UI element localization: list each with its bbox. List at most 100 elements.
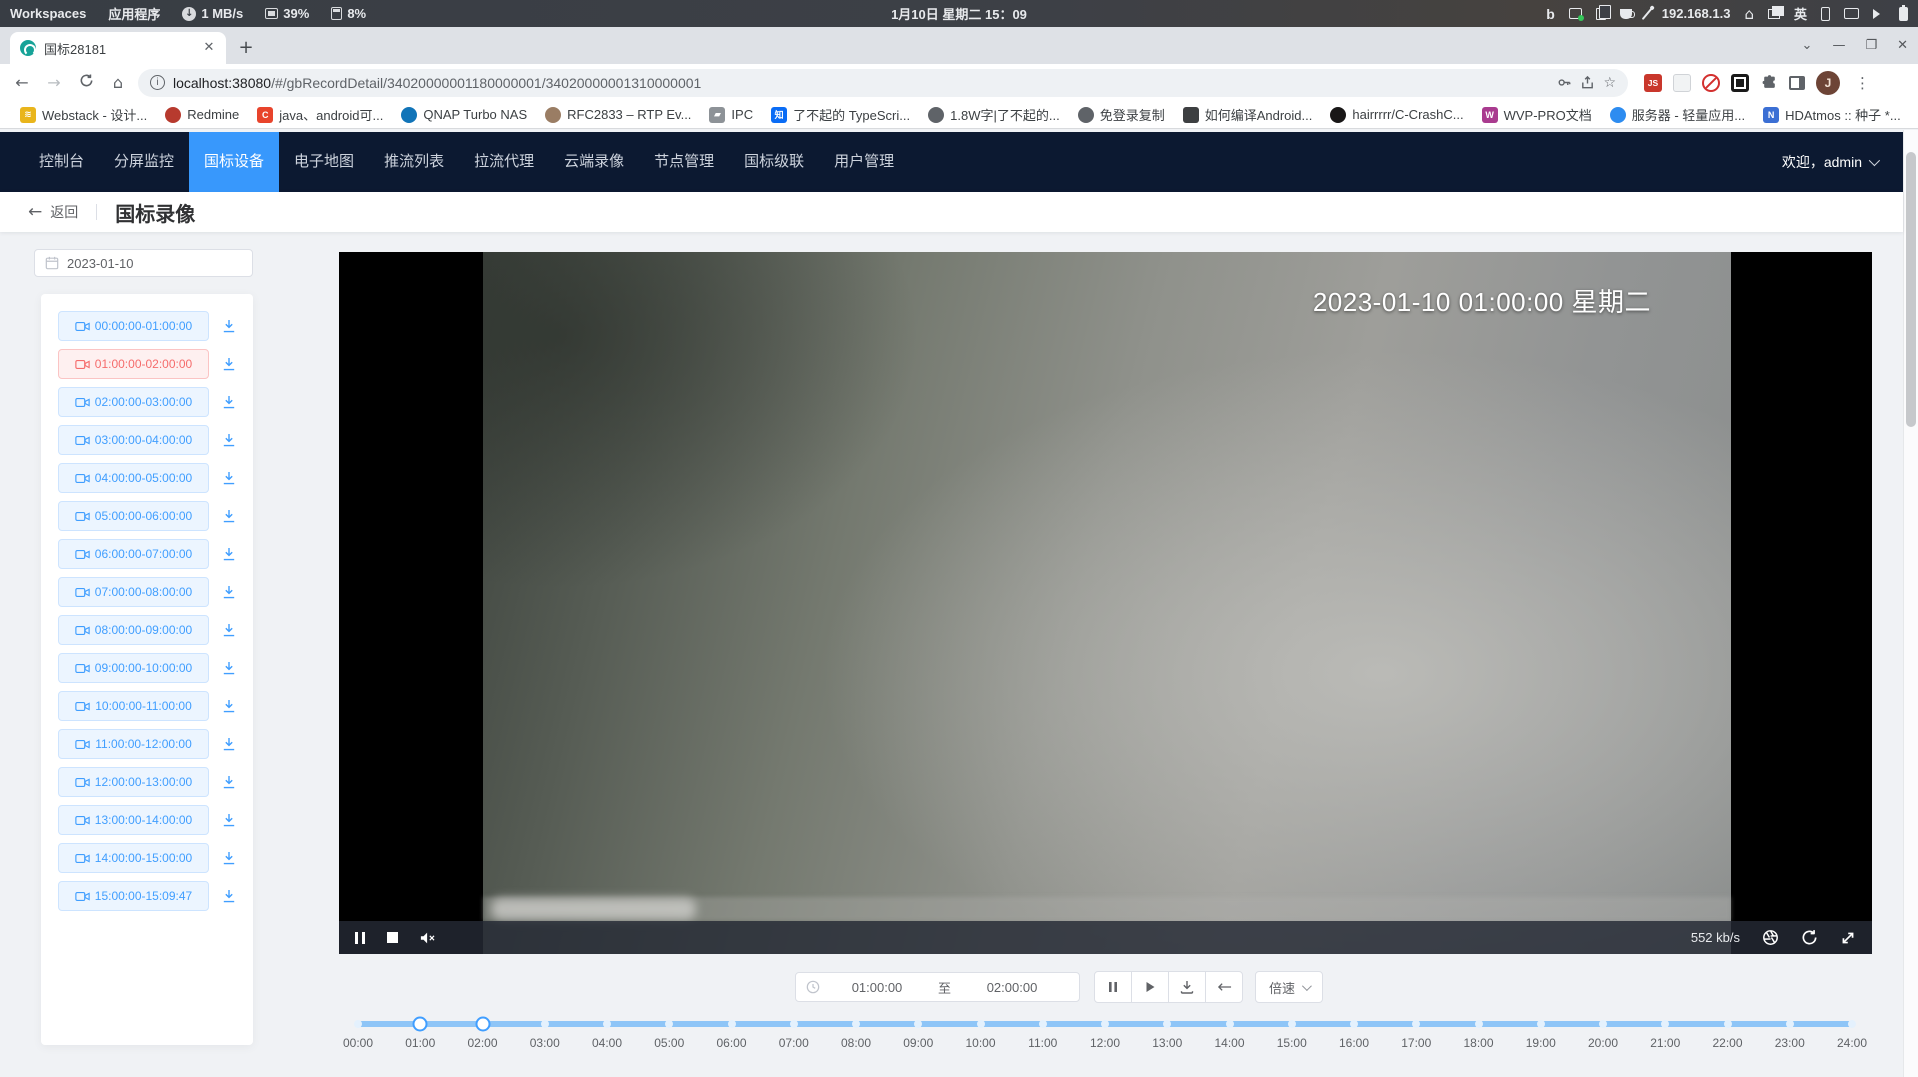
maximize-icon[interactable]: ❐ [1865, 38, 1877, 53]
record-segment-button[interactable]: 04:00:00-05:00:00 [58, 463, 209, 493]
nav-tab-9[interactable]: 国标级联 [729, 132, 819, 192]
record-segment-button[interactable]: 14:00:00-15:00:00 [58, 843, 209, 873]
timeline-hour-dot[interactable] [1848, 1020, 1856, 1028]
download-record-icon[interactable] [222, 509, 236, 523]
welcome-menu[interactable]: 欢迎，admin [1782, 152, 1903, 172]
reload-icon[interactable] [74, 73, 98, 93]
timeline-track[interactable] [358, 1021, 1852, 1027]
stop-icon[interactable] [387, 932, 398, 943]
nav-tab-1[interactable]: 控制台 [24, 132, 99, 192]
battery-icon[interactable] [1899, 7, 1908, 21]
timeline-hour-dot[interactable] [728, 1020, 736, 1028]
download-record-icon[interactable] [222, 547, 236, 561]
timeline-hour-dot[interactable] [603, 1020, 611, 1028]
home-button-icon[interactable]: ⌂ [106, 73, 130, 92]
bookmark-item[interactable]: hairrrrr/C-CrashC... [1322, 104, 1471, 126]
network-rate-indicator[interactable]: ↓1 MB/s [182, 6, 243, 21]
home-icon[interactable]: ⌂ [1744, 5, 1754, 23]
minimize-icon[interactable]: — [1832, 38, 1845, 53]
copy-icon[interactable] [1596, 8, 1606, 20]
timeline-hour-dot[interactable] [914, 1020, 922, 1028]
address-bar[interactable]: i localhost:38080/#/gbRecordDetail/34020… [138, 69, 1628, 97]
download-record-icon[interactable] [222, 699, 236, 713]
download-record-icon[interactable] [222, 395, 236, 409]
fullscreen-icon[interactable] [1840, 930, 1856, 946]
record-segment-button[interactable]: 09:00:00-10:00:00 [58, 653, 209, 683]
refresh-icon[interactable] [1801, 929, 1818, 946]
timeline-hour-dot[interactable] [1661, 1020, 1669, 1028]
scrollbar-thumb[interactable] [1906, 152, 1916, 427]
start-time-input[interactable]: 01:00:00 [820, 980, 934, 995]
password-key-icon[interactable] [1557, 75, 1572, 90]
bookmark-item[interactable]: ≋ Webstack - 设计... [12, 102, 155, 127]
bookmark-item[interactable]: QNAP Turbo NAS [393, 104, 535, 126]
close-window-icon[interactable]: ✕ [1897, 38, 1908, 53]
timeline-hour-dot[interactable] [852, 1020, 860, 1028]
bookmark-item[interactable]: N HDAtmos :: 种子 *... [1755, 102, 1909, 127]
download-record-icon[interactable] [222, 813, 236, 827]
timeline-hour-dot[interactable] [1599, 1020, 1607, 1028]
clock[interactable]: 1月10日 星期二 15：09 [891, 4, 1027, 23]
cpu-indicator[interactable]: 39% [265, 6, 309, 21]
date-picker-input[interactable]: 2023-01-10 [34, 249, 253, 277]
download-record-icon[interactable] [222, 623, 236, 637]
dark-extension-icon[interactable] [1731, 74, 1749, 92]
mute-icon[interactable] [420, 931, 436, 945]
step-back-button[interactable] [1205, 971, 1243, 1003]
tray-app-b-icon[interactable]: b [1546, 6, 1555, 22]
browser-menu-icon[interactable]: ⋮ [1851, 74, 1874, 92]
applications-menu[interactable]: 应用程序 [108, 4, 160, 23]
nav-tab-6[interactable]: 拉流代理 [459, 132, 549, 192]
download-record-icon[interactable] [222, 319, 236, 333]
video-player[interactable]: 2023-01-10 01:00:00 星期二 552 kb/s [339, 252, 1872, 954]
download-record-icon[interactable] [222, 433, 236, 447]
download-record-icon[interactable] [222, 357, 236, 371]
js-extension-icon[interactable]: JS [1644, 74, 1662, 92]
bookmark-item[interactable]: C java、android可... [249, 102, 391, 127]
nav-tab-4[interactable]: 电子地图 [279, 132, 369, 192]
bookmark-item[interactable]: Redmine [157, 104, 247, 126]
phone-link-icon[interactable] [1821, 7, 1830, 21]
workspaces-icon[interactable] [1768, 9, 1780, 19]
back-button[interactable]: 返回 [50, 202, 78, 222]
back-arrow-icon[interactable]: ← [28, 202, 42, 222]
profile-avatar[interactable]: J [1816, 71, 1840, 95]
share-icon[interactable] [1580, 75, 1595, 90]
volume-icon[interactable] [1873, 9, 1885, 19]
workspaces-button[interactable]: Workspaces [10, 6, 86, 21]
bookmark-item[interactable]: W WVP-PRO文档 [1474, 102, 1600, 127]
record-segment-button[interactable]: 03:00:00-04:00:00 [58, 425, 209, 455]
new-tab-button[interactable]: + [232, 34, 260, 62]
record-segment-button[interactable]: 02:00:00-03:00:00 [58, 387, 209, 417]
nav-tab-7[interactable]: 云端录像 [549, 132, 639, 192]
download-button[interactable] [1168, 971, 1206, 1003]
timeline-handle-2h[interactable] [475, 1017, 490, 1032]
timeline-hour-dot[interactable] [1288, 1020, 1296, 1028]
page-extension-icon[interactable] [1673, 74, 1691, 92]
nav-tab-10[interactable]: 用户管理 [819, 132, 909, 192]
download-record-icon[interactable] [222, 737, 236, 751]
timeline-hour-dot[interactable] [1039, 1020, 1047, 1028]
record-segment-button[interactable]: 01:00:00-02:00:00 [58, 349, 209, 379]
record-segment-button[interactable]: 08:00:00-09:00:00 [58, 615, 209, 645]
record-segment-button[interactable]: 00:00:00-01:00:00 [58, 311, 209, 341]
nav-tab-2[interactable]: 分屏监控 [99, 132, 189, 192]
record-segment-button[interactable]: 13:00:00-14:00:00 [58, 805, 209, 835]
bookmarks-overflow-icon[interactable]: » [1911, 107, 1918, 123]
timeline-hour-dot[interactable] [1226, 1020, 1234, 1028]
record-segment-button[interactable]: 15:00:00-15:09:47 [58, 881, 209, 911]
time-range-picker[interactable]: 01:00:00 至 02:00:00 [795, 972, 1080, 1002]
side-panel-icon[interactable] [1789, 76, 1805, 90]
timeline-hour-dot[interactable] [977, 1020, 985, 1028]
timeline-hour-dot[interactable] [354, 1020, 362, 1028]
record-segment-button[interactable]: 10:00:00-11:00:00 [58, 691, 209, 721]
forward-icon[interactable]: → [42, 73, 66, 92]
timeline-hour-dot[interactable] [1475, 1020, 1483, 1028]
timeline-handle-1h[interactable] [413, 1017, 428, 1032]
input-method-indicator[interactable]: 英 [1794, 4, 1807, 23]
record-segment-button[interactable]: 05:00:00-06:00:00 [58, 501, 209, 531]
record-segment-button[interactable]: 07:00:00-08:00:00 [58, 577, 209, 607]
record-segment-button[interactable]: 11:00:00-12:00:00 [58, 729, 209, 759]
browser-tab[interactable]: 国标28181 ✕ [10, 32, 226, 64]
blocker-extension-icon[interactable] [1702, 74, 1720, 92]
